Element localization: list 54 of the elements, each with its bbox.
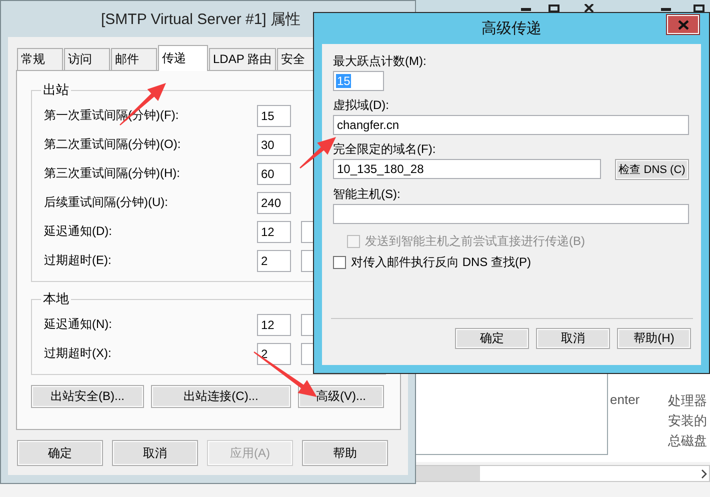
panel-button[interactable]: 出站连接(C)... <box>151 385 291 408</box>
number-field[interactable]: 12 <box>257 220 291 242</box>
window-title: 高级传递 <box>480 19 542 39</box>
status-text: 安装的 <box>668 412 707 430</box>
tab[interactable]: 常规 <box>17 48 63 70</box>
text-field[interactable]: changfer.cn <box>333 115 689 135</box>
tab[interactable]: LDAP 路由 <box>209 48 276 70</box>
scroll-right-icon[interactable] <box>701 469 707 479</box>
dialog-button[interactable]: 确定 <box>17 440 103 466</box>
tab[interactable]: 邮件 <box>111 48 157 70</box>
number-field[interactable]: 30 <box>257 134 291 156</box>
field-label: 后续重试间隔(分钟)(U): <box>44 194 169 211</box>
field-label: 延迟通知(D): <box>44 223 113 240</box>
dialog-button[interactable]: 确定 <box>455 328 529 349</box>
number-field[interactable]: 12 <box>257 314 291 336</box>
close-icon[interactable] <box>583 4 595 12</box>
status-text: 处理器 <box>668 392 707 410</box>
group-title: 出站 <box>42 81 70 99</box>
close-icon <box>678 20 688 30</box>
group-title: 本地 <box>42 290 70 308</box>
check-dns-button[interactable]: 检查 DNS (C) <box>615 159 689 180</box>
tab[interactable]: 传递 <box>158 45 208 71</box>
status-text: enter <box>610 392 640 407</box>
field-label: 最大跃点计数(M): <box>333 54 428 69</box>
field-label: 延迟通知(N): <box>44 316 113 333</box>
panel-button[interactable]: 出站安全(B)... <box>31 385 144 408</box>
field-label: 过期超时(E): <box>44 252 112 269</box>
field-label: 过期超时(X): <box>44 345 112 362</box>
number-field[interactable]: 60 <box>257 162 291 184</box>
dialog-button[interactable]: 帮助 <box>302 440 388 466</box>
dialog-button[interactable]: 取消 <box>536 328 610 349</box>
field-label: 虚拟域(D): <box>333 98 390 113</box>
field-label: 智能主机(S): <box>333 187 402 202</box>
number-field[interactable]: 2 <box>257 250 291 272</box>
scrollbar-thumb[interactable] <box>414 466 480 481</box>
window-title: [SMTP Virtual Server #1] 属性 <box>101 10 302 30</box>
checkbox-label: 对传入邮件执行反向 DNS 查找(P) <box>351 254 531 271</box>
field-label: 完全限定的域名(F): <box>333 142 437 157</box>
text-field[interactable]: 10_135_180_28 <box>333 159 601 179</box>
field-label: 第三次重试间隔(分钟)(H): <box>44 165 181 182</box>
tab[interactable]: 访问 <box>64 48 110 70</box>
dialog-button[interactable]: 帮助(H) <box>617 328 691 349</box>
restore-icon[interactable] <box>693 4 705 12</box>
panel-button[interactable]: 高级(V)... <box>298 385 384 408</box>
maximize-icon[interactable] <box>548 4 560 12</box>
checkbox-label: 发送到智能主机之前尝试直接进行传递(B) <box>365 233 585 250</box>
dialog-button[interactable]: 取消 <box>112 440 198 466</box>
number-field[interactable]: 15 <box>257 104 291 126</box>
close-button[interactable] <box>666 14 700 35</box>
field-label: 第二次重试间隔(分钟)(O): <box>44 136 182 153</box>
checkbox[interactable] <box>333 256 346 269</box>
number-field[interactable]: 240 <box>257 192 291 214</box>
text-field[interactable] <box>333 204 689 224</box>
status-text: 总磁盘 <box>668 432 707 450</box>
